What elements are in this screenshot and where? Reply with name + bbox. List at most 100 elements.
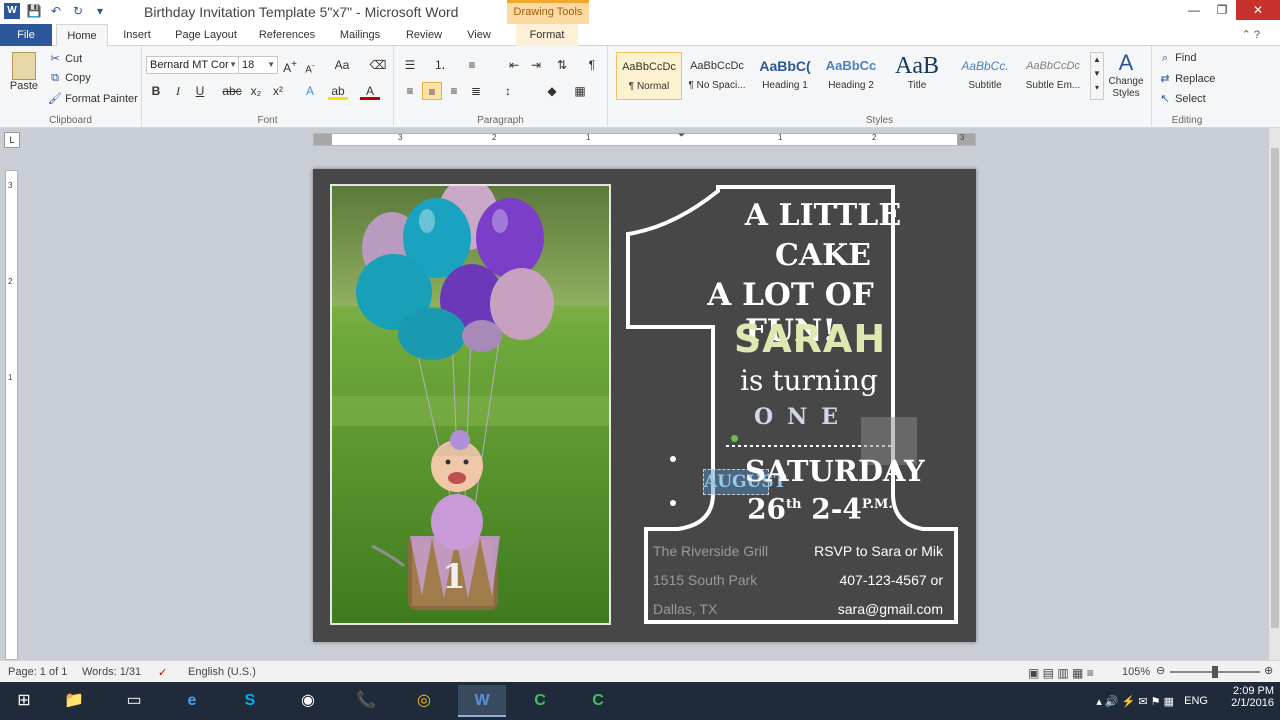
start-button[interactable]: ⊞ bbox=[0, 685, 48, 717]
tab-view[interactable]: View bbox=[456, 24, 502, 46]
vertical-scrollbar[interactable] bbox=[1268, 128, 1280, 660]
change-styles-button[interactable]: A Change Styles bbox=[1104, 50, 1148, 100]
language-indicator[interactable]: English (U.S.) bbox=[188, 666, 256, 678]
replace-button[interactable]: ⇄ Replace bbox=[1158, 72, 1215, 85]
align-left-icon[interactable]: ≡ bbox=[400, 82, 420, 100]
scrollbar-thumb[interactable] bbox=[1271, 148, 1279, 628]
horizontal-ruler[interactable]: 3 2 1 1 2 3 ⏷ bbox=[313, 130, 976, 146]
page-count[interactable]: Page: 1 of 1 bbox=[8, 666, 67, 678]
tab-references[interactable]: References bbox=[250, 24, 324, 46]
clock[interactable]: 2:09 PM 2/1/2016 bbox=[1231, 685, 1274, 709]
tab-format[interactable]: Format bbox=[516, 24, 578, 46]
indent-marker-icon[interactable]: ⏷ bbox=[678, 130, 685, 141]
highlight-button[interactable]: ab bbox=[328, 82, 348, 100]
text-effects-button[interactable]: A bbox=[300, 82, 320, 100]
subscript-button[interactable]: x₂ bbox=[246, 82, 266, 100]
format-painter-button[interactable]: 🖌 Format Painter bbox=[48, 92, 138, 105]
tab-home[interactable]: Home bbox=[56, 24, 108, 46]
bold-button[interactable]: B bbox=[146, 82, 166, 100]
document-page[interactable]: 1 A LITTLE CAKE A LOT OF FUN! SARAH is t… bbox=[313, 169, 976, 642]
font-name-combo[interactable]: Bernard MT Cor ▼ bbox=[146, 56, 240, 74]
tab-mailings[interactable]: Mailings bbox=[330, 24, 390, 46]
camtasia-icon[interactable]: C bbox=[516, 685, 564, 717]
restore-button[interactable]: ❐ bbox=[1208, 0, 1236, 20]
internet-explorer-icon[interactable]: e bbox=[168, 685, 216, 717]
selection-handle-icon[interactable] bbox=[670, 500, 676, 506]
style-normal[interactable]: AaBbCcDc ¶ Normal bbox=[616, 52, 682, 100]
find-button[interactable]: ⌕ Find bbox=[1158, 52, 1197, 65]
vertical-ruler[interactable]: 3 2 1 bbox=[5, 170, 18, 660]
copy-button[interactable]: ⧉ Copy bbox=[48, 72, 91, 85]
tray-icons[interactable]: ▴ 🔊 ⚡ ✉ ⚑ ▦ bbox=[1096, 695, 1174, 708]
change-case-button[interactable]: Aa bbox=[332, 56, 352, 74]
numbering-icon[interactable]: ⒈ bbox=[430, 56, 450, 74]
clear-formatting-icon[interactable]: ⌫ bbox=[368, 56, 388, 74]
invitation-line-2[interactable]: CAKE bbox=[738, 239, 908, 273]
word-app-icon[interactable]: W bbox=[4, 3, 20, 19]
selection-handle-icon[interactable] bbox=[670, 456, 676, 462]
venue-block[interactable]: The Riverside Grill 1515 South Park Dall… bbox=[653, 537, 768, 624]
font-color-button[interactable]: A bbox=[360, 82, 380, 100]
customize-qat-icon[interactable]: ▾ bbox=[92, 3, 108, 19]
zoom-slider[interactable] bbox=[1170, 666, 1260, 678]
align-right-icon[interactable]: ≡ bbox=[444, 82, 464, 100]
tab-selector-icon[interactable]: L bbox=[4, 132, 20, 148]
zoom-out-icon[interactable]: ⊖ bbox=[1156, 664, 1165, 677]
redo-icon[interactable]: ↻ bbox=[70, 3, 86, 19]
paste-button[interactable]: Paste bbox=[8, 52, 40, 92]
word-count[interactable]: Words: 1/31 bbox=[82, 666, 141, 678]
style-heading-2[interactable]: AaBbCc Heading 2 bbox=[818, 52, 884, 100]
save-icon[interactable]: 💾 bbox=[26, 3, 42, 19]
zoom-slider-knob[interactable] bbox=[1212, 666, 1218, 678]
show-hide-icon[interactable]: ¶ bbox=[582, 56, 602, 74]
undo-icon[interactable]: ↶ bbox=[48, 3, 64, 19]
help-icon[interactable]: ⌃ ? bbox=[1242, 28, 1260, 41]
minimize-button[interactable]: — bbox=[1180, 0, 1208, 20]
decrease-indent-icon[interactable]: ⇤ bbox=[504, 56, 524, 74]
font-size-combo[interactable]: 18 ▼ bbox=[238, 56, 278, 74]
multilevel-list-icon[interactable]: ≡ bbox=[462, 56, 482, 74]
style-title[interactable]: AaB Title bbox=[884, 52, 950, 100]
borders-icon[interactable]: ▦ bbox=[570, 82, 590, 100]
close-button[interactable]: ✕ bbox=[1236, 0, 1280, 20]
tab-page-layout[interactable]: Page Layout bbox=[166, 24, 246, 46]
rotate-handle-icon[interactable] bbox=[731, 435, 738, 442]
tab-file[interactable]: File bbox=[0, 24, 52, 46]
shading-icon[interactable]: ◆ bbox=[542, 82, 562, 100]
day-text[interactable]: SATURDAY bbox=[745, 453, 925, 489]
file-explorer-icon[interactable]: 📁 bbox=[50, 685, 98, 717]
style-subtitle[interactable]: AaBbCc. Subtitle bbox=[952, 52, 1018, 100]
child-name[interactable]: SARAH bbox=[725, 317, 895, 361]
view-buttons[interactable]: ▣ ▤ ▥ ▦ ≡ bbox=[1028, 666, 1094, 680]
tab-review[interactable]: Review bbox=[396, 24, 452, 46]
strikethrough-button[interactable]: abc bbox=[222, 82, 242, 100]
input-language[interactable]: ENG bbox=[1184, 695, 1208, 707]
align-center-icon[interactable]: ≡ bbox=[422, 82, 442, 100]
justify-icon[interactable]: ≣ bbox=[466, 82, 486, 100]
is-turning-text[interactable]: is turning bbox=[721, 365, 897, 397]
camtasia-recorder-icon[interactable]: C bbox=[574, 685, 622, 717]
thunderbird-icon[interactable]: ◉ bbox=[284, 685, 332, 717]
superscript-button[interactable]: x² bbox=[268, 82, 288, 100]
word-taskbar-icon[interactable]: W bbox=[458, 685, 506, 717]
sort-icon[interactable]: ⇅ bbox=[552, 56, 572, 74]
date-time-text[interactable]: 26th 2-4P.M. bbox=[745, 487, 895, 527]
select-button[interactable]: ↖ Select bbox=[1158, 92, 1205, 105]
rsvp-block[interactable]: RSVP to Sara or Mik 407-123-4567 or sara… bbox=[783, 537, 943, 624]
style-heading-1[interactable]: AaBbC( Heading 1 bbox=[752, 52, 818, 100]
proofing-icon[interactable]: ✓ bbox=[158, 666, 167, 679]
age-text[interactable]: ONE bbox=[728, 403, 878, 431]
viber-icon[interactable]: 📞 bbox=[342, 685, 390, 717]
invitation-line-1[interactable]: A LITTLE bbox=[738, 199, 908, 233]
chrome-icon[interactable]: ◎ bbox=[400, 685, 448, 717]
style-subtle-emphasis[interactable]: AaBbCcDc Subtle Em... bbox=[1020, 52, 1086, 100]
tab-insert[interactable]: Insert bbox=[112, 24, 162, 46]
line-spacing-icon[interactable]: ↕ bbox=[498, 82, 518, 100]
underline-button[interactable]: U bbox=[190, 82, 210, 100]
zoom-level[interactable]: 105% bbox=[1122, 666, 1150, 678]
bullets-icon[interactable]: ☰ bbox=[400, 56, 420, 74]
styles-scroll-icon[interactable]: ▲ ▼ ▾ bbox=[1090, 52, 1104, 100]
italic-button[interactable]: I bbox=[168, 82, 188, 100]
zoom-in-icon[interactable]: ⊕ bbox=[1264, 664, 1273, 677]
cut-button[interactable]: ✂ Cut bbox=[48, 52, 82, 65]
